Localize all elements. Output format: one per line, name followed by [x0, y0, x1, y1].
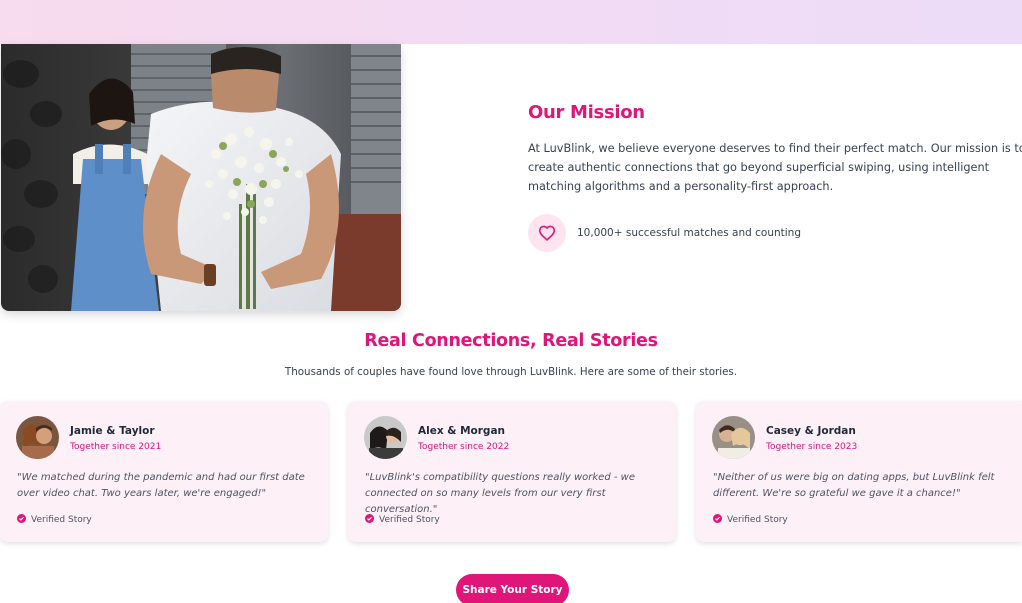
avatar: [364, 416, 407, 459]
check-circle-icon: [365, 514, 374, 526]
stories-title: Real Connections, Real Stories: [364, 331, 658, 351]
hero-couple-photo: [1, 44, 401, 311]
verified-badge: Verified Story: [365, 514, 440, 526]
couple-names: Casey & Jordan: [766, 425, 856, 437]
verified-label: Verified Story: [727, 515, 788, 525]
story-card: Jamie & Taylor Together since 2021 "We m…: [0, 401, 328, 542]
together-since: Together since 2022: [418, 442, 510, 452]
avatar: [16, 416, 59, 459]
share-your-story-button[interactable]: Share Your Story: [456, 574, 569, 603]
mission-text: At LuvBlink, we believe everyone deserve…: [528, 142, 1022, 193]
mission-title: Our Mission: [528, 102, 645, 123]
verified-badge: Verified Story: [713, 514, 788, 526]
couple-names: Jamie & Taylor: [70, 425, 155, 437]
story-card: Alex & Morgan Together since 2022 "LuvBl…: [348, 401, 676, 542]
heart-icon: [528, 214, 566, 252]
story-quote: "We matched during the pandemic and had …: [17, 472, 305, 499]
story-quote: "LuvBlink's compatibility questions real…: [365, 472, 635, 515]
stories-subtitle: Thousands of couples have found love thr…: [284, 366, 738, 378]
verified-badge: Verified Story: [17, 514, 92, 526]
together-since: Together since 2023: [766, 442, 858, 452]
story-card: Casey & Jordan Together since 2023 "Neit…: [696, 401, 1022, 542]
header-band: [0, 0, 1022, 44]
mission-section: Our Mission At LuvBlink, we believe ever…: [528, 102, 1022, 252]
check-circle-icon: [17, 514, 26, 526]
couple-names: Alex & Morgan: [418, 425, 506, 437]
verified-label: Verified Story: [31, 515, 92, 525]
together-since: Together since 2021: [70, 442, 162, 452]
verified-label: Verified Story: [379, 515, 440, 525]
check-circle-icon: [713, 514, 722, 526]
avatar: [712, 416, 755, 459]
mission-stat: 10,000+ successful matches and counting: [528, 214, 801, 252]
stat-text: 10,000+ successful matches and counting: [577, 227, 801, 239]
story-quote: "Neither of us were big on dating apps, …: [713, 472, 995, 499]
